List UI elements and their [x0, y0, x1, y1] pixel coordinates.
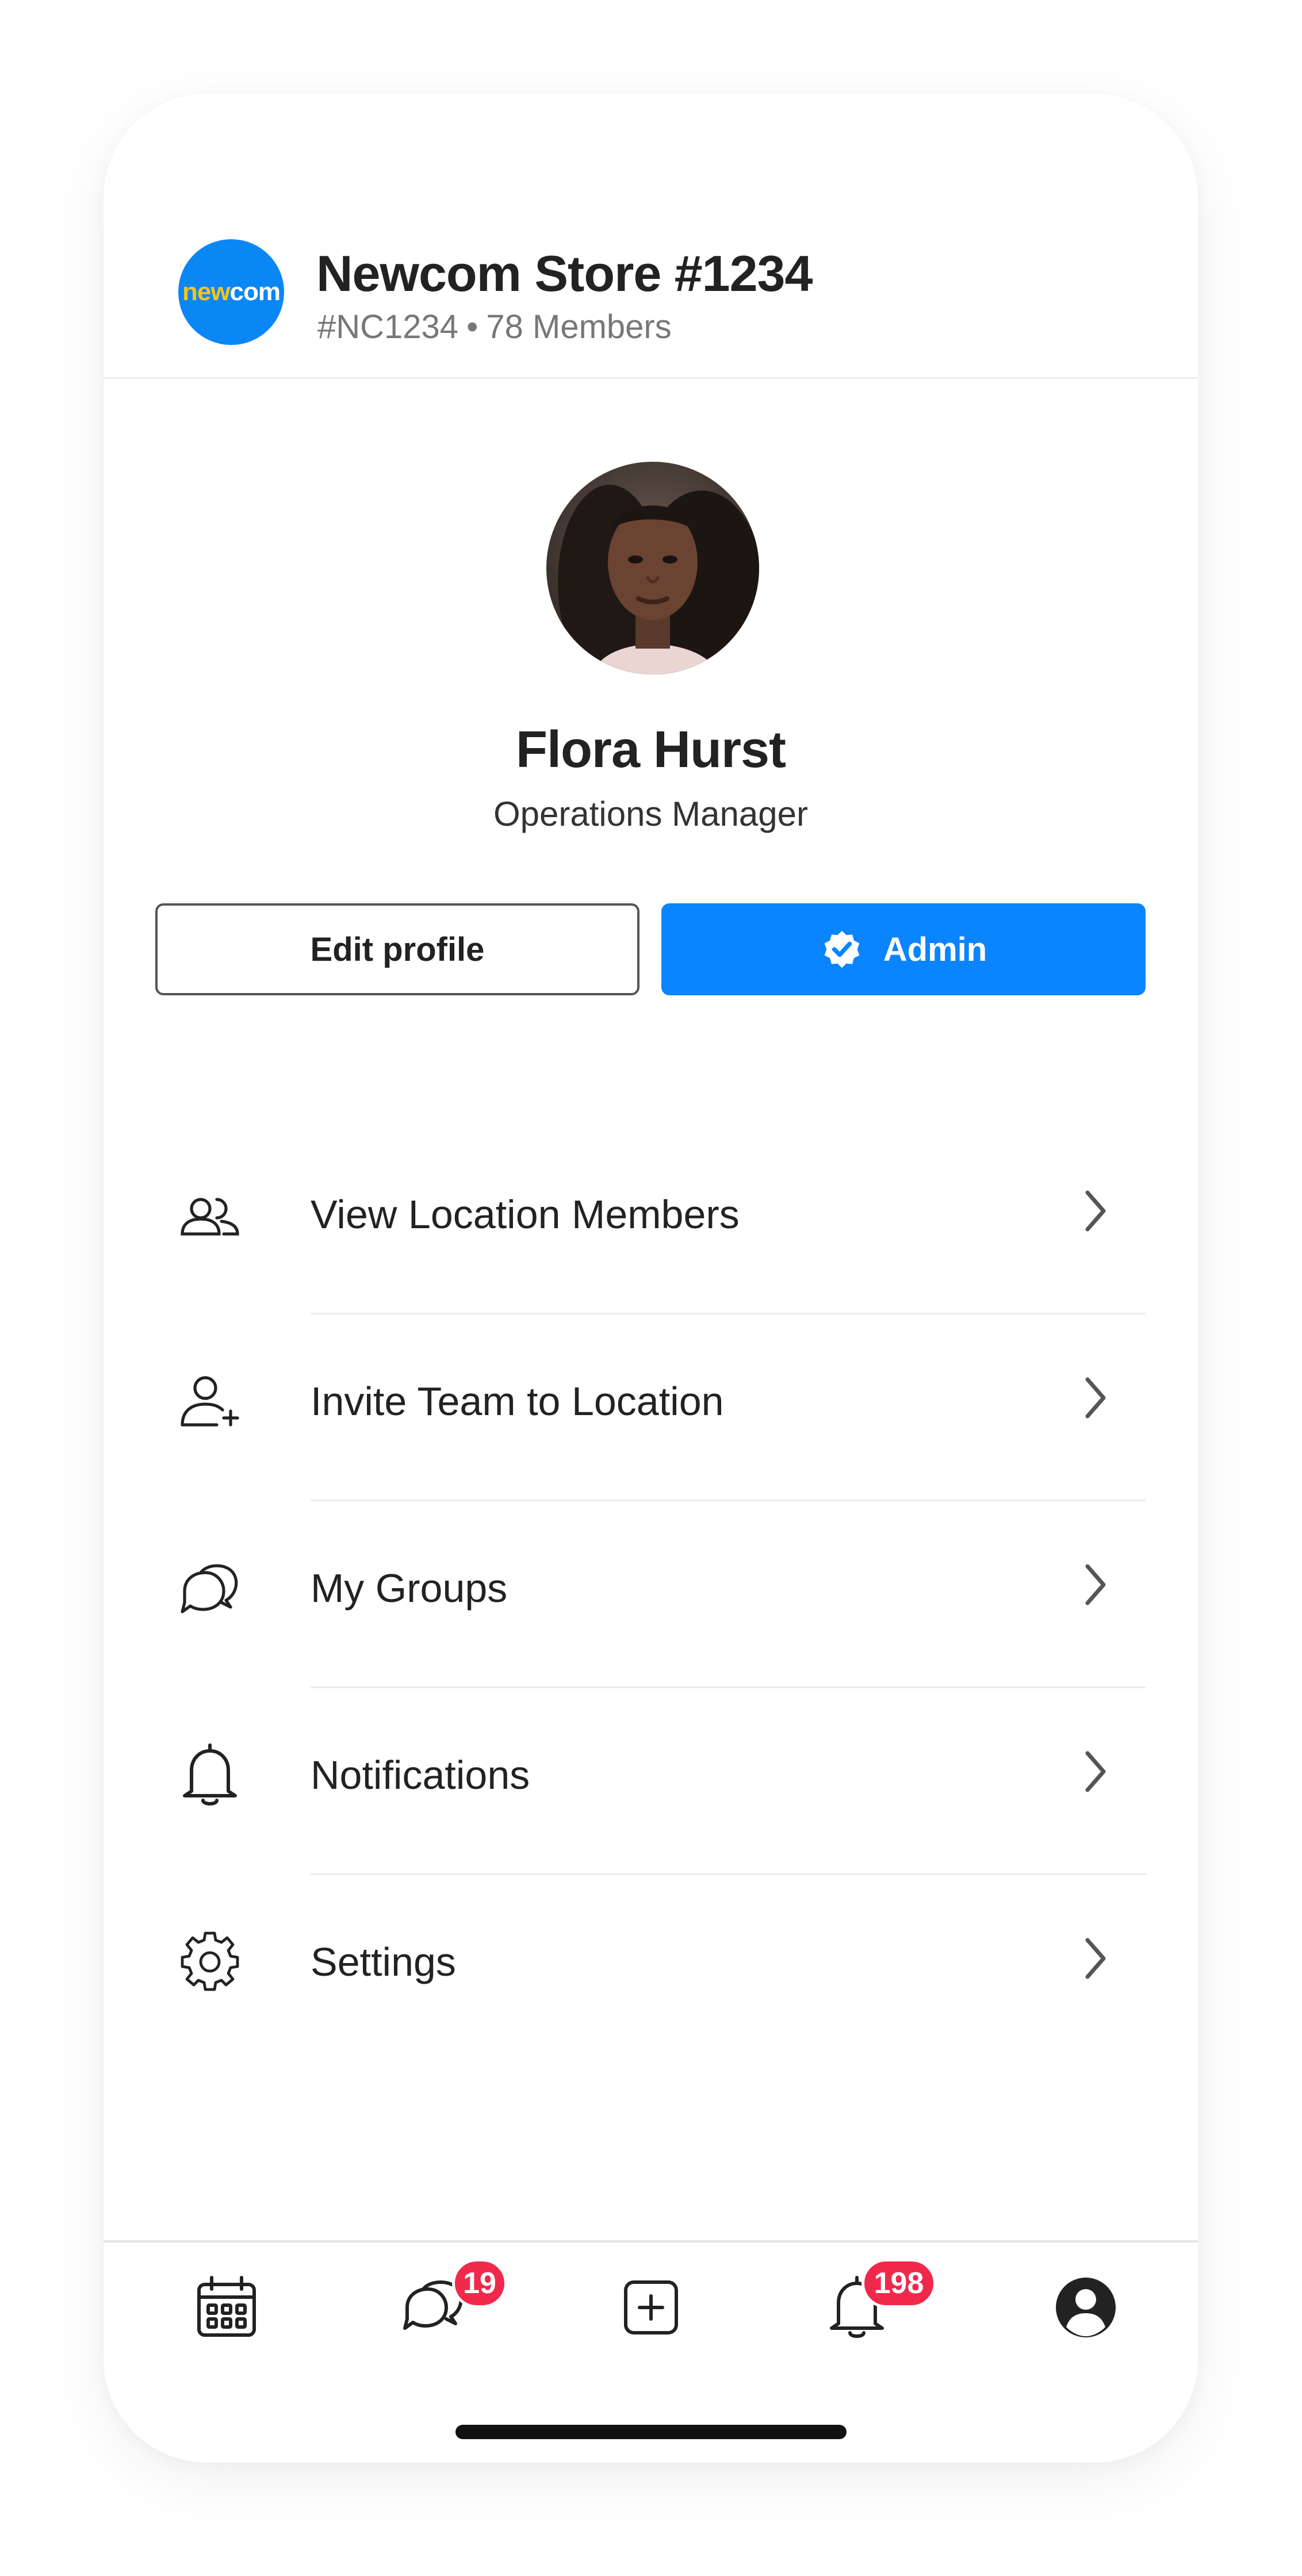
menu-label-settings: Settings	[311, 1939, 456, 1984]
chevron-right-icon	[1085, 1751, 1106, 1792]
menu-divider	[311, 1873, 1146, 1875]
menu-label-notifications: Notifications	[311, 1753, 530, 1797]
calendar-icon[interactable]	[192, 2273, 261, 2342]
messages-badge: 19	[452, 2259, 507, 2308]
profile-tab-icon[interactable]	[1051, 2273, 1120, 2342]
menu-label-view-location-members: View Location Members	[311, 1192, 740, 1237]
menu-item-my-groups[interactable]: My Groups	[104, 1502, 1198, 1689]
user-name: Flora Hurst	[515, 721, 786, 779]
menu-item-view-location-members[interactable]: View Location Members	[104, 1128, 1198, 1315]
home-indicator	[455, 2425, 847, 2439]
store-subtitle: #NC1234 • 78 Members	[317, 308, 672, 346]
users-icon	[181, 1198, 239, 1236]
menu-divider	[311, 1500, 1146, 1501]
store-logo: new com	[178, 239, 284, 345]
chevron-right-icon	[1085, 1564, 1106, 1605]
menu-label-invite-team: Invite Team to Location	[311, 1379, 724, 1424]
menu-label-my-groups: My Groups	[311, 1566, 508, 1611]
chat-bubbles-icon	[181, 1564, 238, 1613]
member-count: 78 Members	[486, 308, 672, 346]
chevron-right-icon	[1085, 1190, 1106, 1232]
chevron-right-icon	[1085, 1938, 1106, 1979]
chevron-right-icon	[1085, 1377, 1106, 1419]
edit-profile-label: Edit profile	[310, 930, 485, 968]
logo-text-com: com	[229, 278, 281, 306]
header-divider	[104, 377, 1198, 379]
notifications-badge: 198	[861, 2259, 936, 2308]
menu-item-notifications[interactable]: Notifications	[104, 1689, 1198, 1876]
bell-icon	[183, 1743, 237, 1805]
edit-profile-button[interactable]: Edit profile	[155, 903, 639, 995]
menu-divider	[311, 1686, 1146, 1688]
separator-dot: •	[466, 308, 478, 346]
menu-item-settings[interactable]: Settings	[104, 1876, 1198, 2063]
phone-screen: new com Newcom Store #1234 #NC1234 • 78 Mem…	[104, 94, 1198, 2463]
menu-divider	[311, 1313, 1146, 1314]
profile-avatar	[546, 462, 759, 674]
add-post-icon[interactable]	[616, 2273, 686, 2342]
admin-label: Admin	[883, 930, 987, 968]
verified-badge-icon	[824, 930, 860, 968]
tabbar-divider	[104, 2240, 1198, 2242]
store-code: #NC1234	[317, 308, 459, 346]
menu-item-invite-team[interactable]: Invite Team to Location	[104, 1315, 1198, 1502]
store-name: Newcom Store #1234	[316, 245, 813, 302]
logo-text-new: new	[182, 278, 231, 306]
user-plus-icon	[181, 1376, 239, 1427]
admin-button[interactable]: Admin	[661, 903, 1146, 995]
user-role: Operations Manager	[493, 795, 808, 833]
gear-icon	[181, 1931, 239, 1991]
